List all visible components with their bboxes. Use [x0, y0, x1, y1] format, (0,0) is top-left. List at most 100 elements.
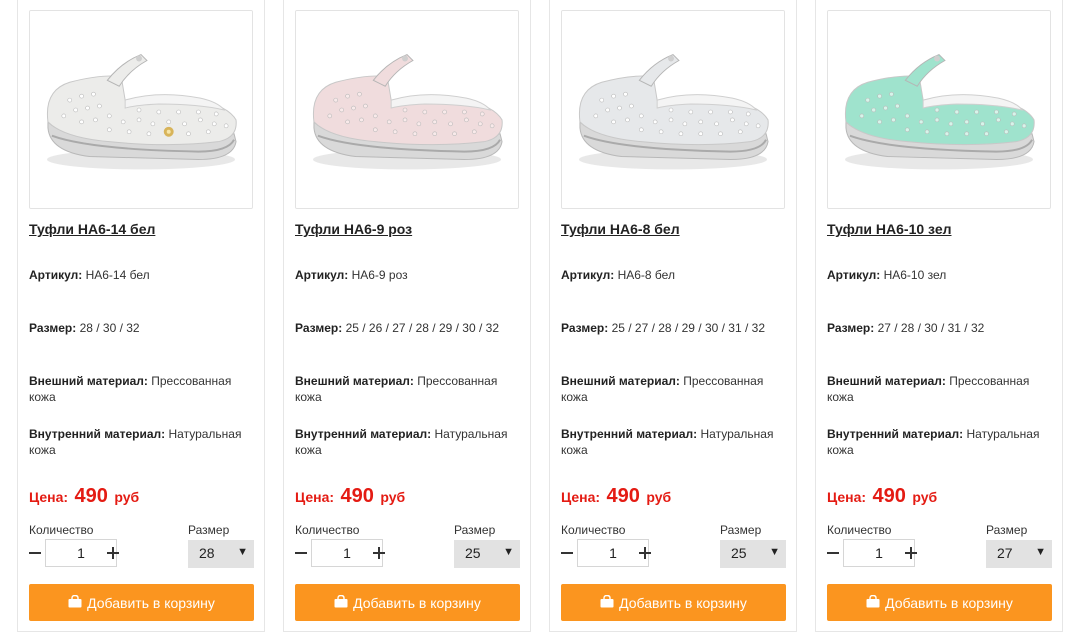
product-card: Туфли НА6-10 зел Артикул: НА6-10 зел Раз…: [815, 0, 1063, 632]
product-image[interactable]: [827, 10, 1051, 209]
sizes-value: 25 / 27 / 28 / 29 / 30 / 31 / 32: [611, 321, 766, 335]
size-select[interactable]: 28 ▼: [188, 540, 254, 568]
sizes-row: Размер: 27 / 28 / 30 / 31 / 32: [827, 320, 1052, 336]
shoe-photo: [562, 11, 784, 208]
sizes-value: 27 / 28 / 30 / 31 / 32: [877, 321, 985, 335]
outer-material-label: Внешний материал:: [29, 374, 148, 388]
article-value: НА6-10 зел: [883, 268, 947, 282]
price-currency: руб: [114, 489, 140, 505]
size-select-label: Размер: [720, 523, 762, 537]
price: Цена: 490 руб: [561, 485, 671, 508]
shopping-bag-icon: [334, 595, 348, 608]
outer-material-row: Внешний материал: Прессованная кожа: [561, 373, 786, 405]
product-title-link[interactable]: Туфли НА6-10 зел: [827, 221, 1054, 237]
chevron-down-icon: ▼: [769, 546, 780, 558]
size-select[interactable]: 25 ▼: [720, 540, 786, 568]
minus-icon[interactable]: [559, 546, 575, 560]
plus-icon[interactable]: [903, 546, 919, 560]
article-row: Артикул: НА6-8 бел: [561, 267, 786, 283]
inner-material-row: Внутренний материал: Натуральная кожа: [295, 426, 520, 458]
outer-material-label: Внешний материал:: [295, 374, 414, 388]
article-value: НА6-8 бел: [617, 268, 675, 282]
product-title-link[interactable]: Туфли НА6-14 бел: [29, 221, 256, 237]
add-to-cart-button[interactable]: Добавить в корзину: [827, 584, 1052, 621]
plus-icon[interactable]: [637, 546, 653, 560]
inner-material-label: Внутренний материал:: [827, 427, 964, 441]
product-card: Туфли НА6-14 бел Артикул: НА6-14 бел Раз…: [17, 0, 265, 632]
add-to-cart-label: Добавить в корзину: [885, 594, 1013, 611]
product-title-link[interactable]: Туфли НА6-9 роз: [295, 221, 522, 237]
inner-material-label: Внутренний материал:: [561, 427, 698, 441]
product-image[interactable]: [295, 10, 519, 209]
price-value: 490: [606, 485, 640, 507]
size-select[interactable]: 25 ▼: [454, 540, 520, 568]
outer-material-label: Внешний материал:: [561, 374, 680, 388]
chevron-down-icon: ▼: [503, 546, 514, 558]
minus-icon[interactable]: [825, 546, 841, 560]
article-value: НА6-14 бел: [85, 268, 150, 282]
article-row: Артикул: НА6-10 зел: [827, 267, 1052, 283]
article-row: Артикул: НА6-9 роз: [295, 267, 520, 283]
article-label: Артикул:: [827, 268, 881, 282]
product-image[interactable]: [561, 10, 785, 209]
size-select-label: Размер: [986, 523, 1028, 537]
size-select-value: 28: [199, 545, 215, 561]
inner-material-row: Внутренний материал: Натуральная кожа: [29, 426, 254, 458]
price-label: Цена:: [295, 489, 335, 505]
size-select-value: 25: [465, 545, 481, 561]
minus-icon[interactable]: [293, 546, 309, 560]
outer-material-row: Внешний материал: Прессованная кожа: [29, 373, 254, 405]
add-to-cart-button[interactable]: Добавить в корзину: [29, 584, 254, 621]
product-title-link[interactable]: Туфли НА6-8 бел: [561, 221, 788, 237]
price-label: Цена:: [827, 489, 867, 505]
size-select-value: 25: [731, 545, 747, 561]
product-grid: Туфли НА6-14 бел Артикул: НА6-14 бел Раз…: [0, 0, 1080, 644]
sizes-row: Размер: 25 / 26 / 27 / 28 / 29 / 30 / 32: [295, 320, 520, 336]
price-value: 490: [872, 485, 906, 507]
add-to-cart-button[interactable]: Добавить в корзину: [561, 584, 786, 621]
size-select-label: Размер: [454, 523, 496, 537]
shoe-photo: [828, 11, 1050, 208]
price-label: Цена:: [29, 489, 69, 505]
minus-icon[interactable]: [27, 546, 43, 560]
sizes-row: Размер: 28 / 30 / 32: [29, 320, 254, 336]
quantity-label: Количество: [827, 523, 892, 537]
plus-icon[interactable]: [105, 546, 121, 560]
sizes-label: Размер:: [827, 321, 875, 335]
sizes-value: 28 / 30 / 32: [79, 321, 140, 335]
shopping-bag-icon: [68, 595, 82, 608]
price: Цена: 490 руб: [827, 485, 937, 508]
add-to-cart-button[interactable]: Добавить в корзину: [295, 584, 520, 621]
shopping-bag-icon: [866, 595, 880, 608]
outer-material-label: Внешний материал:: [827, 374, 946, 388]
product-image[interactable]: [29, 10, 253, 209]
quantity-label: Количество: [561, 523, 626, 537]
price-currency: руб: [912, 489, 938, 505]
size-select-label: Размер: [188, 523, 230, 537]
inner-material-label: Внутренний материал:: [295, 427, 432, 441]
price-label: Цена:: [561, 489, 601, 505]
quantity-label: Количество: [29, 523, 94, 537]
price-currency: руб: [380, 489, 406, 505]
product-card: Туфли НА6-8 бел Артикул: НА6-8 бел Разме…: [549, 0, 797, 632]
quantity-label: Количество: [295, 523, 360, 537]
inner-material-row: Внутренний материал: Натуральная кожа: [561, 426, 786, 458]
inner-material-label: Внутренний материал:: [29, 427, 166, 441]
add-to-cart-label: Добавить в корзину: [619, 594, 747, 611]
size-select[interactable]: 27 ▼: [986, 540, 1052, 568]
shoe-photo: [296, 11, 518, 208]
outer-material-row: Внешний материал: Прессованная кожа: [295, 373, 520, 405]
plus-icon[interactable]: [371, 546, 387, 560]
price: Цена: 490 руб: [29, 485, 139, 508]
chevron-down-icon: ▼: [237, 546, 248, 558]
article-label: Артикул:: [561, 268, 615, 282]
add-to-cart-label: Добавить в корзину: [353, 594, 481, 611]
product-card: Туфли НА6-9 роз Артикул: НА6-9 роз Разме…: [283, 0, 531, 632]
article-row: Артикул: НА6-14 бел: [29, 267, 254, 283]
shopping-bag-icon: [600, 595, 614, 608]
add-to-cart-label: Добавить в корзину: [87, 594, 215, 611]
price-value: 490: [340, 485, 374, 507]
sizes-value: 25 / 26 / 27 / 28 / 29 / 30 / 32: [345, 321, 500, 335]
chevron-down-icon: ▼: [1035, 546, 1046, 558]
sizes-row: Размер: 25 / 27 / 28 / 29 / 30 / 31 / 32: [561, 320, 786, 336]
